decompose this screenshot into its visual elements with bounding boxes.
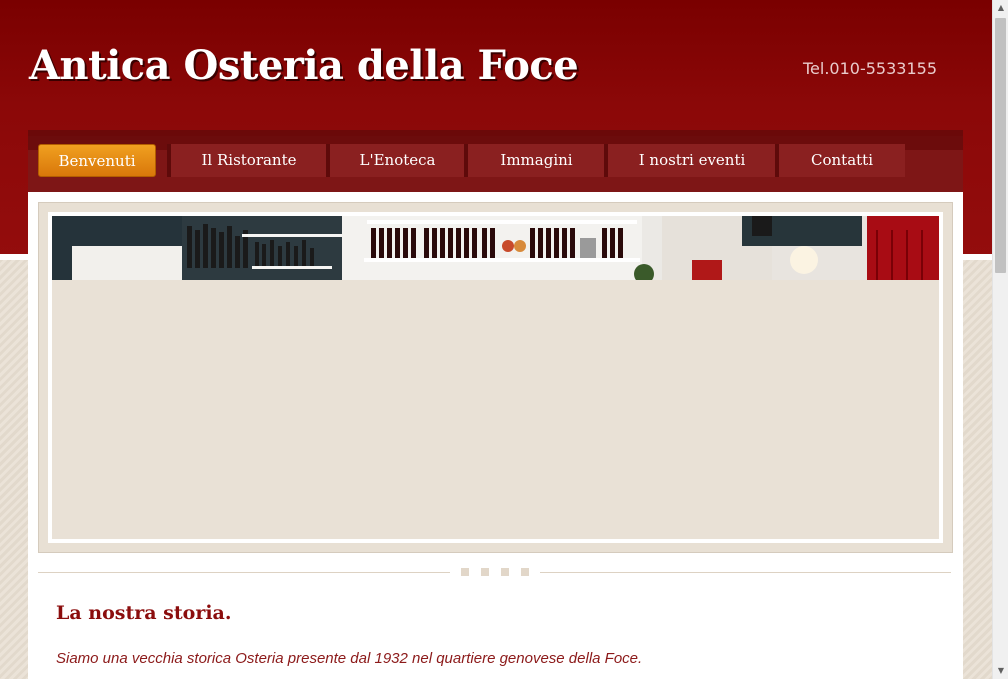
slider-dot[interactable] <box>461 568 469 576</box>
section-title: La nostra storia. <box>56 602 232 624</box>
intro-paragraph: Siamo una vecchia storica Osteria presen… <box>56 650 643 667</box>
main-navigation: Benvenuti Il Ristorante L'Enoteca Immagi… <box>28 130 963 192</box>
phone-number: Tel.010-5533155 <box>803 59 937 78</box>
nav-item-il-ristorante[interactable]: Il Ristorante <box>167 144 327 177</box>
image-slider-frame <box>38 202 953 553</box>
nav-item-benvenuti[interactable]: Benvenuti <box>38 144 156 177</box>
nav-item-eventi[interactable]: I nostri eventi <box>604 144 776 177</box>
slider-dot[interactable] <box>501 568 509 576</box>
nav-item-immagini[interactable]: Immagini <box>464 144 605 177</box>
image-slider[interactable] <box>48 212 943 543</box>
scroll-up-arrow-icon[interactable]: ▲ <box>993 0 1008 16</box>
nav-item-enoteca[interactable]: L'Enoteca <box>326 144 465 177</box>
restaurant-interior-photo <box>52 216 939 280</box>
nav-item-contatti[interactable]: Contatti <box>775 144 905 177</box>
slider-dot[interactable] <box>521 568 529 576</box>
slider-dots <box>450 568 540 578</box>
site-title[interactable]: Antica Osteria della Foce <box>29 42 579 89</box>
content-area: La nostra storia. Siamo una vecchia stor… <box>28 192 963 679</box>
slider-dot[interactable] <box>481 568 489 576</box>
vertical-scrollbar[interactable]: ▲ ▼ <box>992 0 1008 679</box>
scroll-down-arrow-icon[interactable]: ▼ <box>993 663 1008 679</box>
scroll-thumb[interactable] <box>995 18 1006 273</box>
